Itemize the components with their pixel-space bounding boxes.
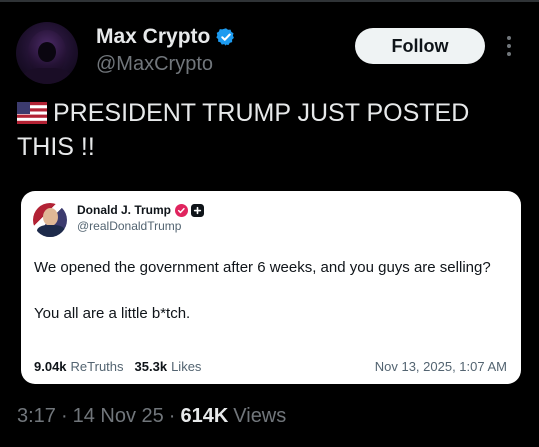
quoted-author-name: Donald J. Trump: [77, 203, 172, 217]
quoted-author-name-row: Donald J. Trump: [77, 203, 205, 217]
retruths-count: 9.04k: [34, 359, 67, 374]
quoted-post-line-1: We opened the government after 6 weeks, …: [34, 259, 491, 276]
quoted-author-avatar: [33, 203, 67, 237]
us-flag-icon: [17, 102, 47, 124]
post-time[interactable]: 3:17: [17, 405, 56, 428]
author-avatar[interactable]: [16, 22, 78, 84]
views-label: Views: [233, 405, 287, 427]
retruths-label: ReTruths: [70, 359, 124, 374]
quoted-post-line-2: You all are a little b*tch.: [34, 305, 191, 322]
retruths-stat: 9.04k ReTruths: [34, 359, 124, 374]
follow-button[interactable]: Follow: [355, 28, 485, 64]
more-options-icon[interactable]: [500, 34, 518, 60]
post-text: PRESIDENT TRUMP JUST POSTED THIS !!: [17, 96, 517, 164]
likes-stat: 35.3k Likes: [135, 359, 202, 374]
post-meta: 3:17 · 14 Nov 25 · 614K Views: [17, 405, 286, 428]
avatar-shoulders-shape: [37, 225, 65, 237]
avatar-face-shape: [38, 42, 56, 62]
top-divider: [0, 0, 539, 2]
likes-label: Likes: [171, 359, 202, 374]
post-date[interactable]: 14 Nov 25: [73, 405, 164, 428]
meta-separator: ·: [168, 405, 176, 427]
post-text-content: PRESIDENT TRUMP JUST POSTED THIS !!: [17, 99, 470, 161]
quoted-post-stats: 9.04k ReTruths 35.3k Likes: [34, 359, 212, 374]
quoted-post-body: We opened the government after 6 weeks, …: [34, 256, 504, 326]
quoted-post-date: Nov 13, 2025, 1:07 AM: [374, 359, 507, 374]
quoted-post-card[interactable]: Donald J. Trump @realDonaldTrump We open…: [21, 191, 521, 384]
views-count[interactable]: 614K: [180, 405, 228, 428]
quoted-author-handle: @realDonaldTrump: [77, 219, 182, 233]
plus-badge-icon: [191, 203, 205, 217]
author-name-row[interactable]: Max Crypto: [96, 25, 236, 49]
avatar-body-shape: [22, 68, 72, 84]
avatar-head-shape: [43, 208, 58, 226]
likes-count: 35.3k: [134, 359, 168, 374]
verified-badge-icon: [216, 28, 235, 46]
author-handle[interactable]: @MaxCrypto: [96, 53, 213, 76]
meta-separator: ·: [60, 405, 68, 427]
verified-badge-icon: [175, 203, 189, 217]
author-name[interactable]: Max Crypto: [96, 25, 210, 49]
